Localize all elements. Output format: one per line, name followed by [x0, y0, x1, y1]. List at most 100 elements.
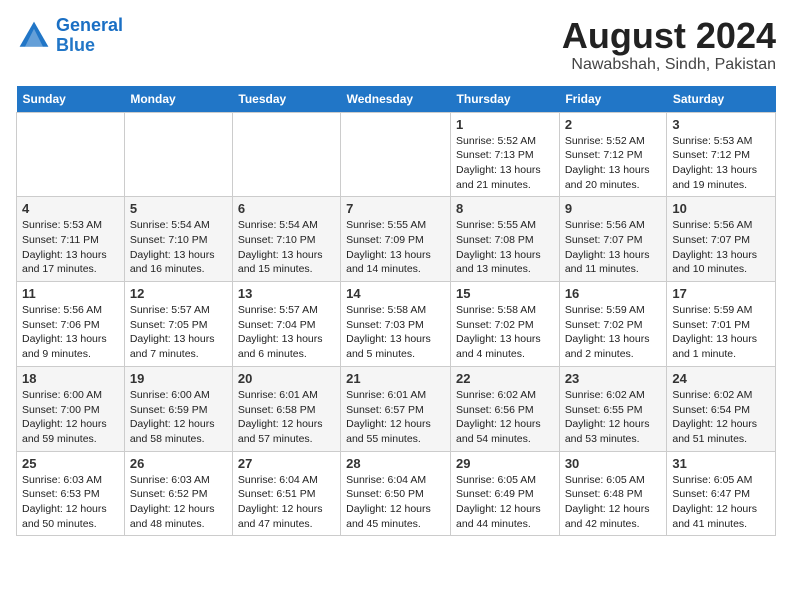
- calendar-cell: 21 Sunrise: 6:01 AM Sunset: 6:57 PM Dayli…: [341, 366, 451, 451]
- day-number: 5: [130, 201, 227, 216]
- calendar-cell: 9 Sunrise: 5:56 AM Sunset: 7:07 PM Daylig…: [559, 197, 667, 282]
- day-info: Sunrise: 6:03 AM Sunset: 6:53 PM Dayligh…: [22, 473, 119, 532]
- day-number: 29: [456, 456, 554, 471]
- calendar-cell: 10 Sunrise: 5:56 AM Sunset: 7:07 PM Dayli…: [667, 197, 776, 282]
- day-info: Sunrise: 5:53 AM Sunset: 7:12 PM Dayligh…: [672, 134, 770, 193]
- calendar-cell: [17, 112, 125, 197]
- calendar-cell: 25 Sunrise: 6:03 AM Sunset: 6:53 PM Dayli…: [17, 451, 125, 536]
- logo-text: General Blue: [56, 16, 123, 56]
- weekday-header-thursday: Thursday: [451, 86, 560, 113]
- day-number: 23: [565, 371, 662, 386]
- day-info: Sunrise: 5:56 AM Sunset: 7:07 PM Dayligh…: [565, 218, 662, 277]
- day-info: Sunrise: 5:54 AM Sunset: 7:10 PM Dayligh…: [238, 218, 335, 277]
- day-number: 13: [238, 286, 335, 301]
- day-info: Sunrise: 6:03 AM Sunset: 6:52 PM Dayligh…: [130, 473, 227, 532]
- calendar-cell: [232, 112, 340, 197]
- day-info: Sunrise: 5:58 AM Sunset: 7:03 PM Dayligh…: [346, 303, 445, 362]
- title-block: August 2024 Nawabshah, Sindh, Pakistan: [562, 16, 776, 74]
- day-number: 19: [130, 371, 227, 386]
- day-info: Sunrise: 5:59 AM Sunset: 7:01 PM Dayligh…: [672, 303, 770, 362]
- page-header: General Blue August 2024 Nawabshah, Sind…: [16, 16, 776, 74]
- day-number: 7: [346, 201, 445, 216]
- day-info: Sunrise: 6:01 AM Sunset: 6:58 PM Dayligh…: [238, 388, 335, 447]
- calendar-cell: 2 Sunrise: 5:52 AM Sunset: 7:12 PM Daylig…: [559, 112, 667, 197]
- calendar-cell: 28Sunrise: 6:04 AM Sunset: 6:50 PM Dayli…: [341, 451, 451, 536]
- day-info: Sunrise: 5:58 AM Sunset: 7:02 PM Dayligh…: [456, 303, 554, 362]
- day-number: 15: [456, 286, 554, 301]
- calendar-cell: [124, 112, 232, 197]
- calendar-cell: 23 Sunrise: 6:02 AM Sunset: 6:55 PM Dayli…: [559, 366, 667, 451]
- day-number: 2: [565, 117, 662, 132]
- calendar-cell: 18Sunrise: 6:00 AM Sunset: 7:00 PM Dayli…: [17, 366, 125, 451]
- calendar-cell: 13 Sunrise: 5:57 AM Sunset: 7:04 PM Dayli…: [232, 282, 340, 367]
- calendar-cell: [341, 112, 451, 197]
- day-number: 24: [672, 371, 770, 386]
- calendar-table: SundayMondayTuesdayWednesdayThursdayFrid…: [16, 86, 776, 537]
- day-number: 18: [22, 371, 119, 386]
- day-number: 1: [456, 117, 554, 132]
- day-number: 21: [346, 371, 445, 386]
- calendar-cell: 11 Sunrise: 5:56 AM Sunset: 7:06 PM Dayli…: [17, 282, 125, 367]
- day-info: Sunrise: 5:55 AM Sunset: 7:09 PM Dayligh…: [346, 218, 445, 277]
- weekday-header-sunday: Sunday: [17, 86, 125, 113]
- day-info: Sunrise: 5:54 AM Sunset: 7:10 PM Dayligh…: [130, 218, 227, 277]
- weekday-header-monday: Monday: [124, 86, 232, 113]
- calendar-cell: 5 Sunrise: 5:54 AM Sunset: 7:10 PM Daylig…: [124, 197, 232, 282]
- day-number: 16: [565, 286, 662, 301]
- logo: General Blue: [16, 16, 123, 56]
- calendar-cell: 12 Sunrise: 5:57 AM Sunset: 7:05 PM Dayli…: [124, 282, 232, 367]
- day-info: Sunrise: 6:02 AM Sunset: 6:56 PM Dayligh…: [456, 388, 554, 447]
- day-number: 12: [130, 286, 227, 301]
- weekday-header-friday: Friday: [559, 86, 667, 113]
- calendar-cell: 27 Sunrise: 6:04 AM Sunset: 6:51 PM Dayli…: [232, 451, 340, 536]
- day-number: 26: [130, 456, 227, 471]
- day-info: Sunrise: 6:01 AM Sunset: 6:57 PM Dayligh…: [346, 388, 445, 447]
- day-number: 8: [456, 201, 554, 216]
- day-info: Sunrise: 6:02 AM Sunset: 6:55 PM Dayligh…: [565, 388, 662, 447]
- day-info: Sunrise: 5:59 AM Sunset: 7:02 PM Dayligh…: [565, 303, 662, 362]
- day-number: 17: [672, 286, 770, 301]
- day-number: 25: [22, 456, 119, 471]
- day-info: Sunrise: 5:52 AM Sunset: 7:13 PM Dayligh…: [456, 134, 554, 193]
- day-number: 30: [565, 456, 662, 471]
- month-year: August 2024: [562, 16, 776, 56]
- calendar-cell: 14 Sunrise: 5:58 AM Sunset: 7:03 PM Dayli…: [341, 282, 451, 367]
- day-info: Sunrise: 5:52 AM Sunset: 7:12 PM Dayligh…: [565, 134, 662, 193]
- day-info: Sunrise: 5:55 AM Sunset: 7:08 PM Dayligh…: [456, 218, 554, 277]
- day-number: 9: [565, 201, 662, 216]
- calendar-cell: 7 Sunrise: 5:55 AM Sunset: 7:09 PM Daylig…: [341, 197, 451, 282]
- day-number: 31: [672, 456, 770, 471]
- day-info: Sunrise: 6:02 AM Sunset: 6:54 PM Dayligh…: [672, 388, 770, 447]
- calendar-cell: 3 Sunrise: 5:53 AM Sunset: 7:12 PM Daylig…: [667, 112, 776, 197]
- day-info: Sunrise: 5:57 AM Sunset: 7:05 PM Dayligh…: [130, 303, 227, 362]
- day-info: Sunrise: 6:04 AM Sunset: 6:51 PM Dayligh…: [238, 473, 335, 532]
- day-number: 3: [672, 117, 770, 132]
- calendar-cell: 17 Sunrise: 5:59 AM Sunset: 7:01 PM Dayli…: [667, 282, 776, 367]
- calendar-cell: 6 Sunrise: 5:54 AM Sunset: 7:10 PM Daylig…: [232, 197, 340, 282]
- weekday-header-saturday: Saturday: [667, 86, 776, 113]
- calendar-cell: 30 Sunrise: 6:05 AM Sunset: 6:48 PM Dayli…: [559, 451, 667, 536]
- calendar-cell: 29Sunrise: 6:05 AM Sunset: 6:49 PM Dayli…: [451, 451, 560, 536]
- calendar-cell: 26 Sunrise: 6:03 AM Sunset: 6:52 PM Dayli…: [124, 451, 232, 536]
- day-info: Sunrise: 5:56 AM Sunset: 7:06 PM Dayligh…: [22, 303, 119, 362]
- calendar-cell: 15 Sunrise: 5:58 AM Sunset: 7:02 PM Dayli…: [451, 282, 560, 367]
- day-number: 11: [22, 286, 119, 301]
- logo-icon: [16, 18, 52, 54]
- day-info: Sunrise: 6:05 AM Sunset: 6:48 PM Dayligh…: [565, 473, 662, 532]
- weekday-header-wednesday: Wednesday: [341, 86, 451, 113]
- day-number: 6: [238, 201, 335, 216]
- day-number: 22: [456, 371, 554, 386]
- day-number: 27: [238, 456, 335, 471]
- day-info: Sunrise: 5:53 AM Sunset: 7:11 PM Dayligh…: [22, 218, 119, 277]
- day-info: Sunrise: 5:57 AM Sunset: 7:04 PM Dayligh…: [238, 303, 335, 362]
- calendar-cell: 4Sunrise: 5:53 AM Sunset: 7:11 PM Daylig…: [17, 197, 125, 282]
- day-info: Sunrise: 5:56 AM Sunset: 7:07 PM Dayligh…: [672, 218, 770, 277]
- calendar-cell: 1 Sunrise: 5:52 AM Sunset: 7:13 PM Daylig…: [451, 112, 560, 197]
- calendar-cell: 20Sunrise: 6:01 AM Sunset: 6:58 PM Dayli…: [232, 366, 340, 451]
- day-number: 10: [672, 201, 770, 216]
- day-info: Sunrise: 6:00 AM Sunset: 6:59 PM Dayligh…: [130, 388, 227, 447]
- day-number: 14: [346, 286, 445, 301]
- calendar-cell: 8 Sunrise: 5:55 AM Sunset: 7:08 PM Daylig…: [451, 197, 560, 282]
- location: Nawabshah, Sindh, Pakistan: [562, 56, 776, 74]
- day-info: Sunrise: 6:04 AM Sunset: 6:50 PM Dayligh…: [346, 473, 445, 532]
